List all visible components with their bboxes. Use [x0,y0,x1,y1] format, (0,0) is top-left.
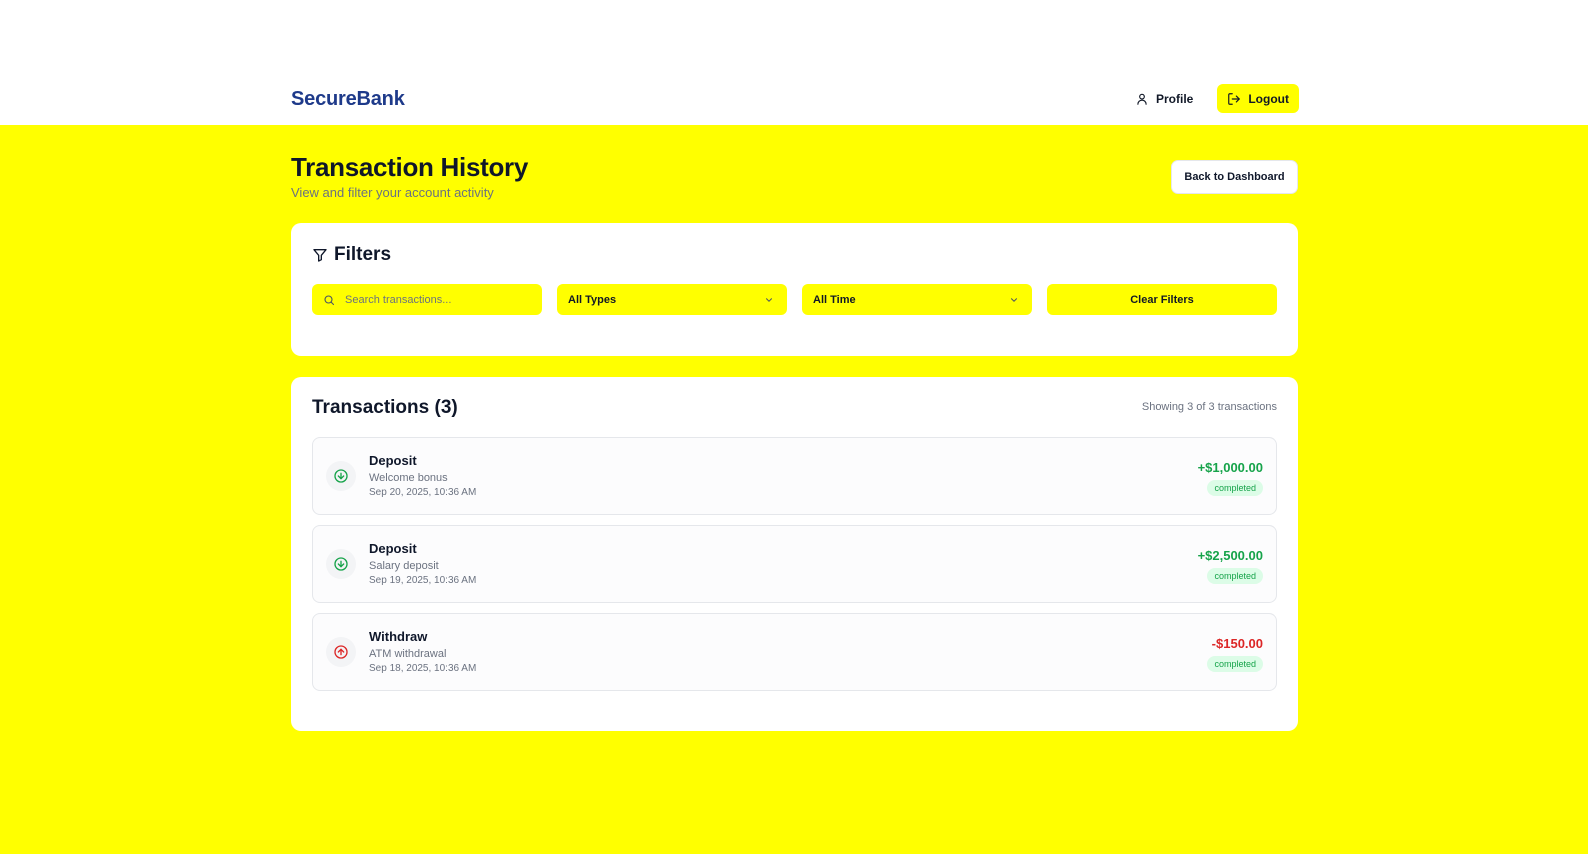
transaction-row[interactable]: Deposit Welcome bonus Sep 20, 2025, 10:3… [312,437,1277,515]
search-field[interactable] [312,284,542,315]
profile-button[interactable]: Profile [1125,84,1203,113]
filters-heading: Filters [312,244,391,266]
arrow-down-circle-icon [334,469,348,483]
time-filter-value: All Time [813,293,856,306]
transactions-list: Deposit Welcome bonus Sep 20, 2025, 10:3… [312,437,1277,701]
transaction-details: Withdraw ATM withdrawal Sep 18, 2025, 10… [369,629,476,674]
arrow-down-circle-icon [334,557,348,571]
transactions-title: Transactions (3) [312,397,458,418]
transaction-row[interactable]: Withdraw ATM withdrawal Sep 18, 2025, 10… [312,613,1277,691]
type-filter-select[interactable]: All Types [557,284,787,315]
transaction-type: Deposit [369,453,417,468]
transactions-count: Showing 3 of 3 transactions [1141,401,1277,413]
page-title: Transaction History [291,152,529,182]
status-badge: completed [1207,656,1263,672]
clear-filters-button[interactable]: Clear Filters [1047,284,1277,315]
status-badge: completed [1207,480,1263,496]
transaction-row[interactable]: Deposit Salary deposit Sep 19, 2025, 10:… [312,525,1277,603]
logout-button[interactable]: Logout [1217,84,1299,113]
transaction-amount: +$2,500.00 [1197,548,1263,563]
top-header: SecureBank Profile Logout [0,0,1588,125]
transaction-type: Withdraw [369,629,428,644]
transaction-details: Deposit Salary deposit Sep 19, 2025, 10:… [369,541,476,586]
transaction-summary: +$2,500.00 completed [1198,548,1263,584]
transaction-icon-container [326,549,356,579]
logout-label: Logout [1248,91,1289,106]
profile-label: Profile [1156,91,1194,106]
chevron-down-icon [1010,297,1018,302]
transaction-amount: +$1,000.00 [1197,460,1263,475]
search-icon [324,294,335,305]
logout-icon [1228,92,1241,105]
filter-icon [313,249,327,262]
arrow-up-circle-icon [334,645,348,659]
time-filter-select[interactable]: All Time [802,284,1032,315]
page-heading: Transaction History View and filter your… [291,152,528,200]
transaction-description: ATM withdrawal [369,648,447,660]
transaction-date: Sep 18, 2025, 10:36 AM [369,663,477,674]
back-to-dashboard-button[interactable]: Back to Dashboard [1171,160,1298,194]
user-icon [1137,93,1147,105]
brand-logo[interactable]: SecureBank [291,88,405,111]
transactions-card: Transactions (3) Showing 3 of 3 transact… [291,377,1298,731]
status-badge: completed [1207,568,1263,584]
filter-controls: All Types All Time Clear Filters [312,284,1277,315]
transaction-icon-container [326,461,356,491]
transaction-description: Salary deposit [369,560,439,572]
filters-title: Filters [334,244,392,265]
transaction-summary: -$150.00 completed [1207,636,1263,672]
page-subtitle: View and filter your account activity [291,185,494,200]
search-input[interactable] [345,293,525,306]
transaction-type: Deposit [369,541,417,556]
type-filter-value: All Types [568,293,617,306]
transaction-description: Welcome bonus [369,472,448,484]
transaction-amount: -$150.00 [1211,636,1263,651]
header-nav: Profile Logout [1125,84,1299,113]
chevron-down-icon [765,297,773,302]
transaction-summary: +$1,000.00 completed [1198,460,1263,496]
transaction-icon-container [326,637,356,667]
filters-card: Filters All Types All Time Clear Filters [291,223,1298,356]
transaction-date: Sep 20, 2025, 10:36 AM [369,487,477,498]
transaction-date: Sep 19, 2025, 10:36 AM [369,575,477,586]
transaction-details: Deposit Welcome bonus Sep 20, 2025, 10:3… [369,453,476,498]
